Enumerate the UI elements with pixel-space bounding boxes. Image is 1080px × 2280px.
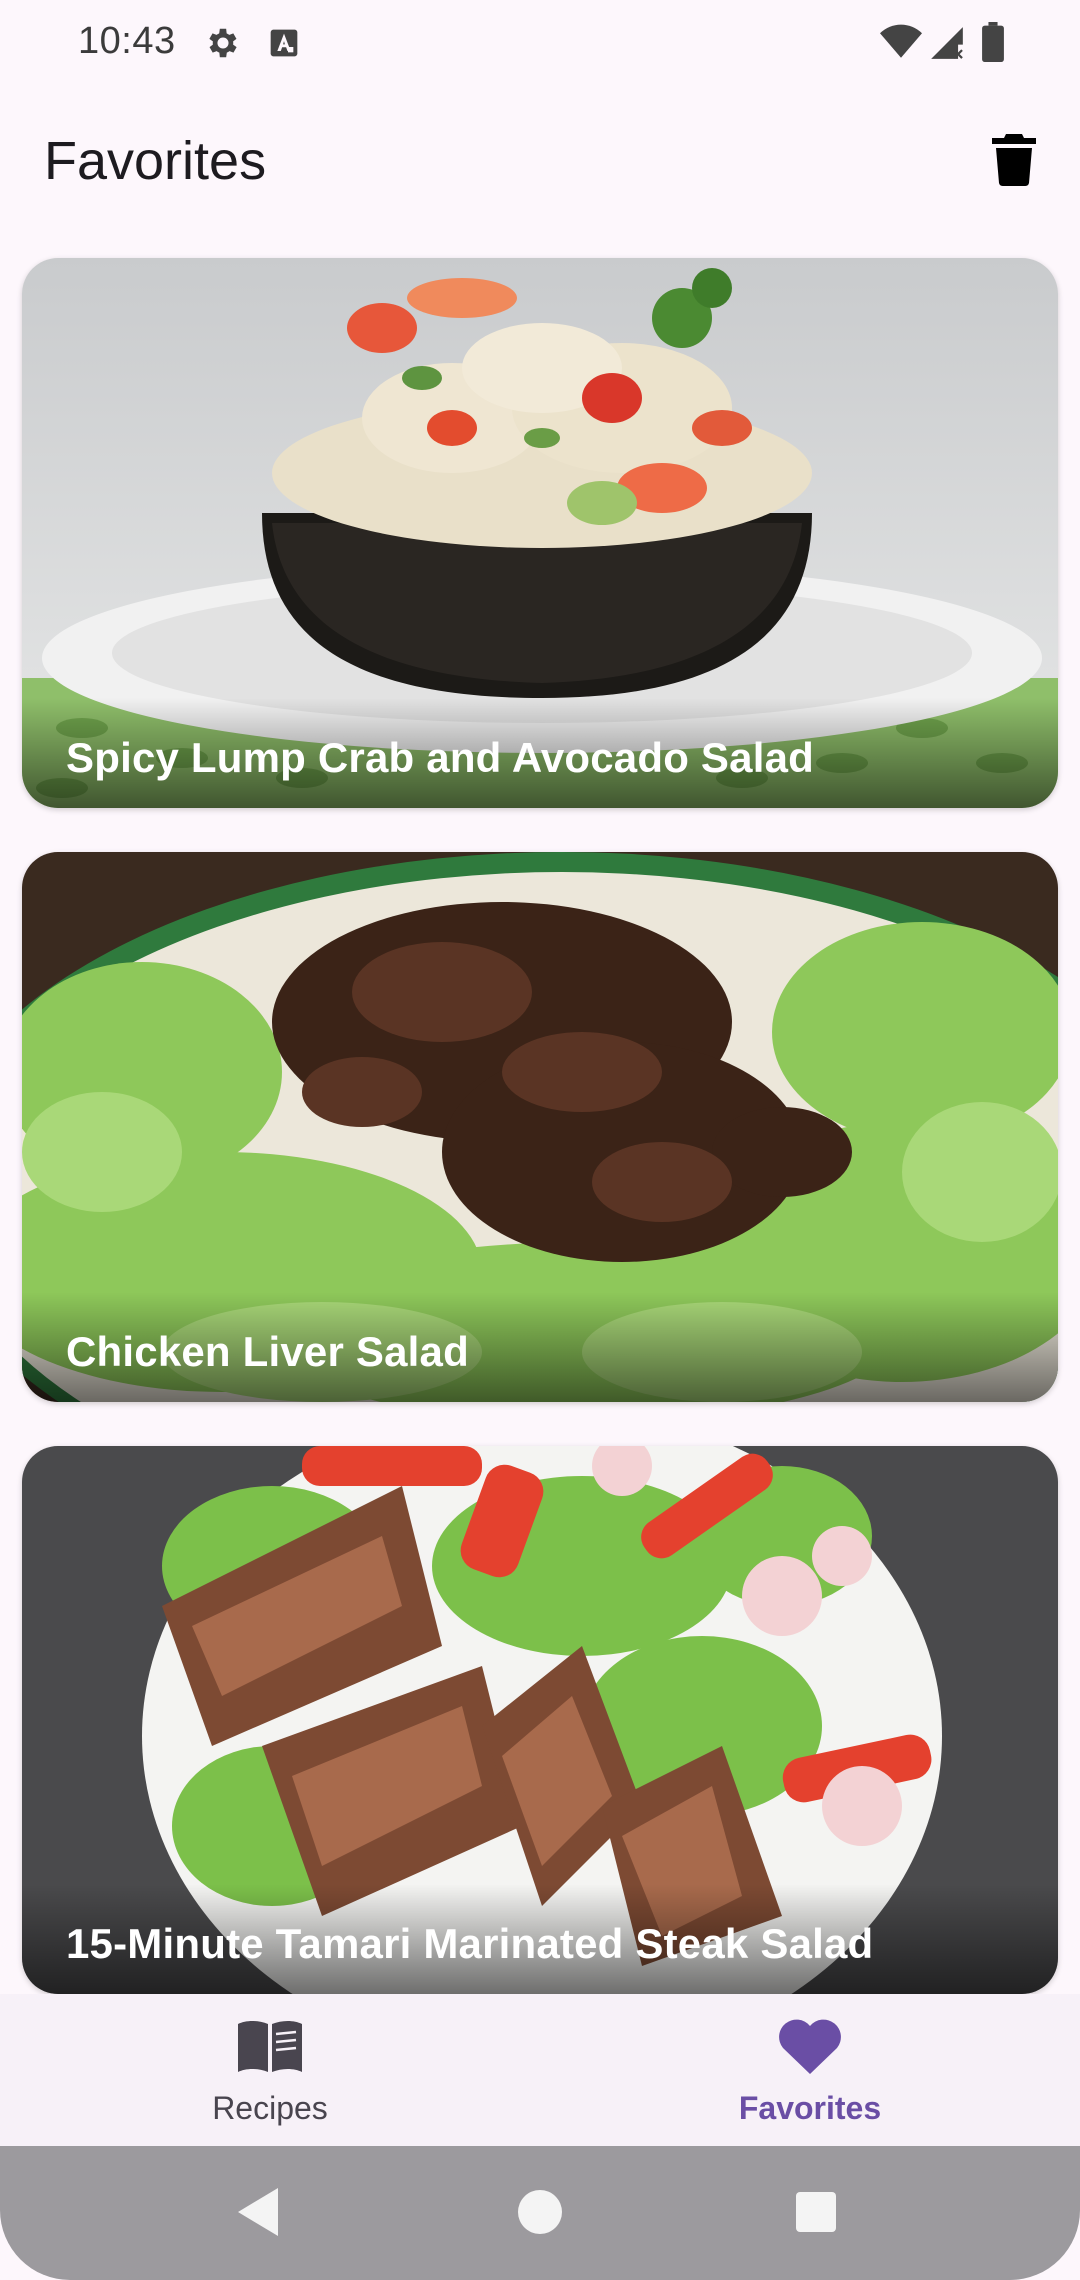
wifi-icon: [880, 24, 922, 58]
battery-icon: [982, 22, 1004, 62]
nav-label-favorites: Favorites: [738, 2090, 882, 2126]
system-navigation-bar: [0, 2146, 1080, 2280]
favorite-card[interactable]: Spicy Lump Crab and Avocado Salad: [22, 258, 1058, 808]
favorites-screen: 10:43 Favorites Spicy Lump Crab and Avoc…: [0, 0, 1080, 2280]
back-icon[interactable]: [230, 2182, 290, 2242]
favorite-card[interactable]: Chicken Liver Salad: [22, 852, 1058, 1402]
home-icon[interactable]: [510, 2182, 570, 2242]
a-badge-icon: [270, 29, 298, 57]
favorite-card[interactable]: 15-Minute Tamari Marinated Steak Salad: [22, 1446, 1058, 1994]
nav-label-recipes: Recipes: [212, 2090, 328, 2126]
recipe-title: Spicy Lump Crab and Avocado Salad: [66, 734, 814, 781]
gear-icon: [209, 28, 237, 58]
signal-icon: [931, 27, 963, 59]
status-bar: 10:43: [0, 0, 1080, 88]
recents-icon[interactable]: [786, 2182, 846, 2242]
book-icon: [238, 2021, 302, 2072]
nav-item-recipes[interactable]: Recipes: [0, 1994, 540, 2146]
heart-icon: [779, 2019, 841, 2074]
page-title: Favorites: [44, 131, 267, 191]
delete-all-button[interactable]: [982, 128, 1046, 192]
nav-item-favorites[interactable]: Favorites: [540, 1994, 1080, 2146]
status-time: 10:43: [78, 20, 176, 62]
recipe-title: Chicken Liver Salad: [66, 1328, 469, 1375]
top-app-bar: Favorites: [0, 100, 1080, 230]
bottom-navigation: Recipes Favorites: [0, 1994, 1080, 2146]
trash-icon: [992, 134, 1036, 186]
recipe-title: 15-Minute Tamari Marinated Steak Salad: [66, 1920, 874, 1967]
